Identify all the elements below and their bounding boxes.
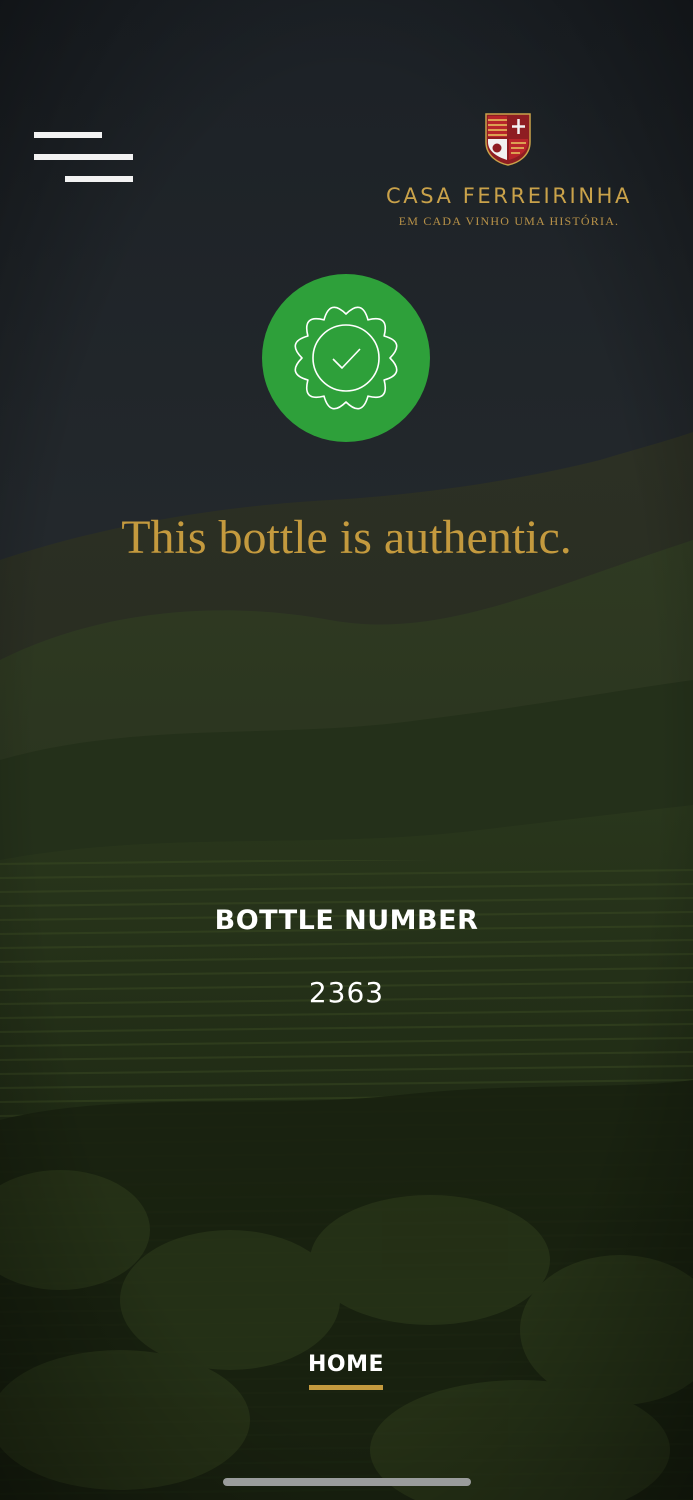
- authentic-message: This bottle is authentic.: [121, 511, 572, 564]
- brand-crest-logo: [485, 113, 531, 166]
- home-indicator-bar[interactable]: [223, 1478, 471, 1486]
- bottle-number-label: BOTTLE NUMBER: [214, 905, 479, 936]
- brand-tagline: EM CADA VINHO UMA HISTÓRIA.: [398, 214, 620, 228]
- verified-seal-check-icon: [262, 274, 430, 442]
- home-button[interactable]: HOME: [296, 1352, 396, 1394]
- hamburger-menu-icon: [34, 132, 102, 138]
- home-active-underline: [309, 1385, 383, 1390]
- home-label: HOME: [307, 1352, 385, 1377]
- brand-name: CASA FERREIRINHA: [385, 184, 633, 208]
- menu-button[interactable]: [30, 126, 138, 188]
- brand-logo: CASA FERREIRINHA EM CADA VINHO UMA HISTÓ…: [350, 112, 668, 232]
- bottle-number-value: 2363: [308, 976, 385, 1009]
